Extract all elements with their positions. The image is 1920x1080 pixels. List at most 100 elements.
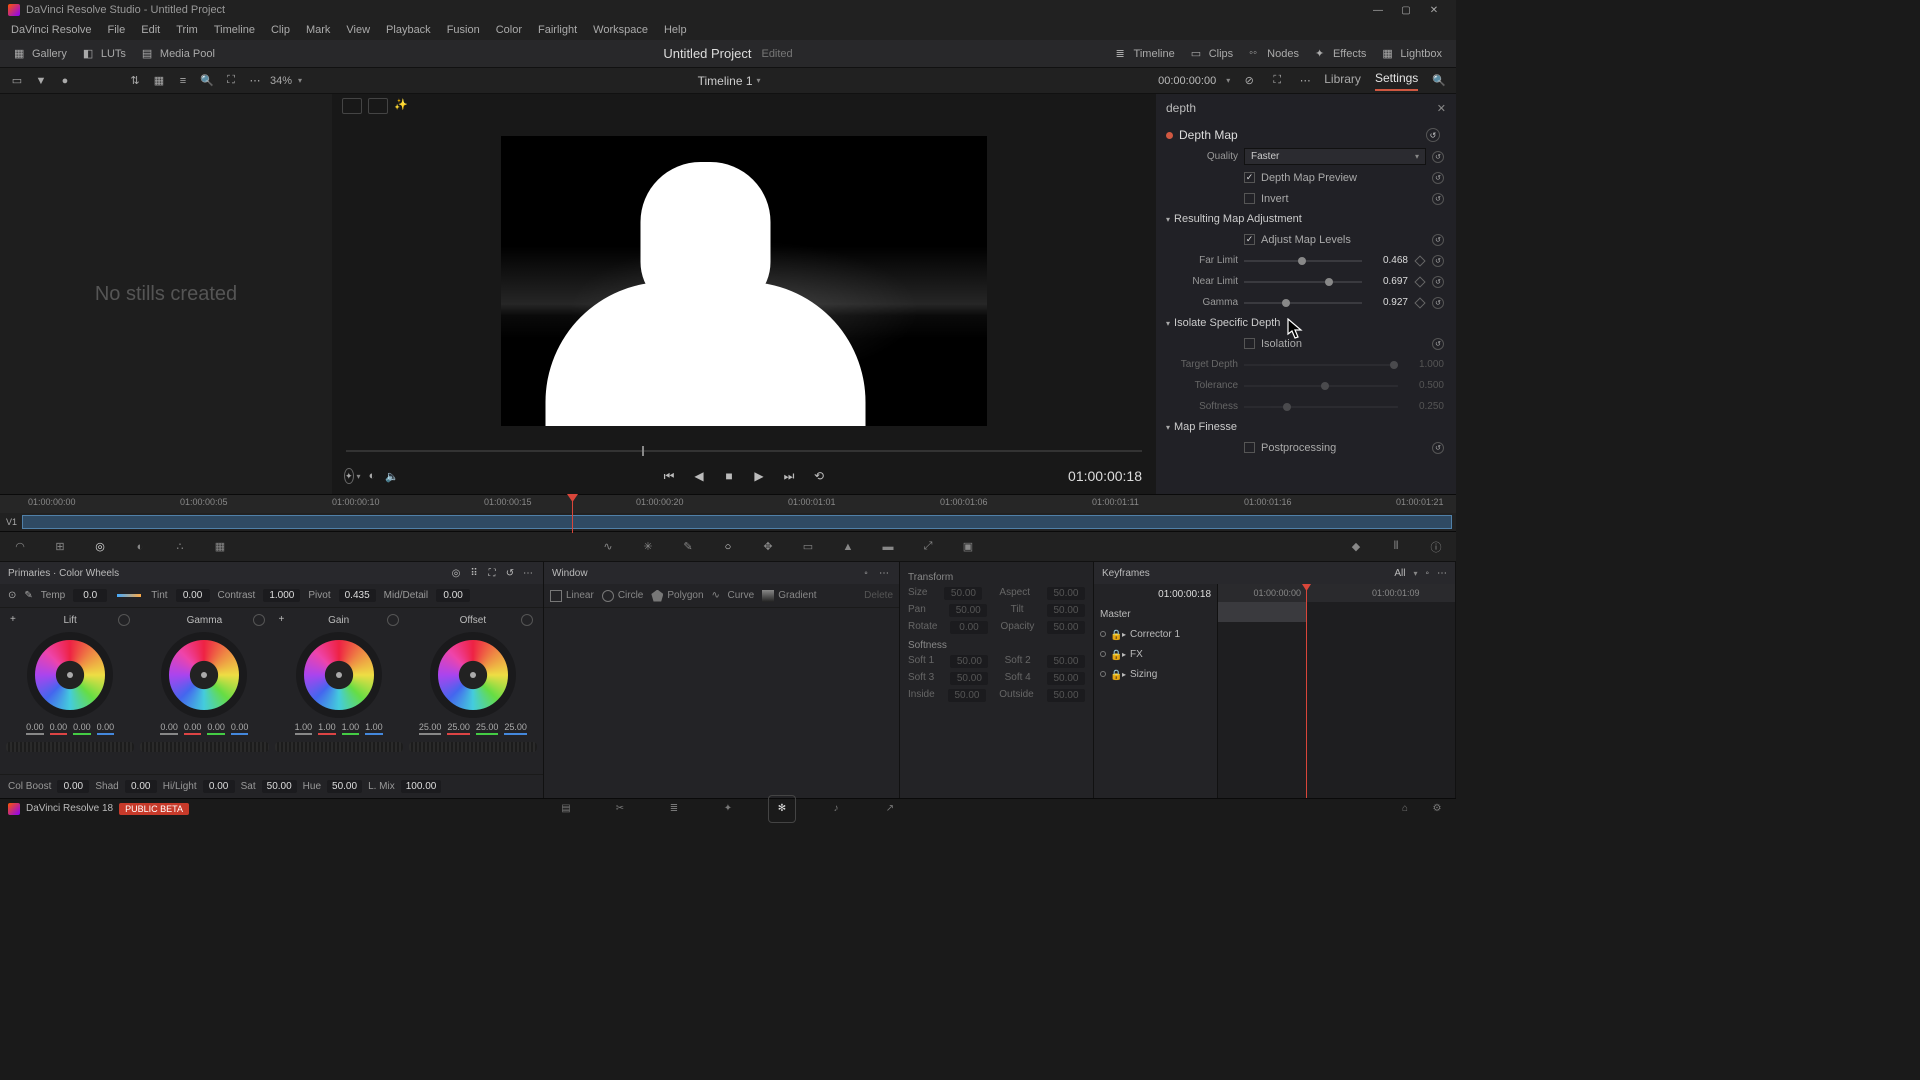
- magic-mask-icon[interactable]: ▭: [798, 537, 818, 557]
- menu-item[interactable]: Workspace: [586, 22, 655, 38]
- isolation-checkbox[interactable]: [1244, 338, 1255, 349]
- quality-reset-icon[interactable]: ↺: [1432, 151, 1444, 163]
- expand-icon[interactable]: ⛶: [222, 72, 240, 90]
- gain-reset-icon[interactable]: [387, 614, 399, 626]
- timeline-dropdown-icon[interactable]: ▾: [757, 76, 761, 85]
- tint-value[interactable]: 0.00: [176, 589, 210, 602]
- play-button[interactable]: ▶: [751, 468, 767, 484]
- offset-b[interactable]: 25.00: [504, 722, 527, 732]
- timeline-toggle[interactable]: ≣Timeline: [1110, 45, 1181, 63]
- effect-header[interactable]: Depth Map ↺: [1160, 124, 1446, 146]
- scopes-icon[interactable]: ⫴: [1386, 537, 1406, 557]
- far-limit-slider[interactable]: [1244, 260, 1362, 262]
- shape-polygon[interactable]: Polygon: [651, 590, 703, 602]
- gamma-slider[interactable]: [1244, 302, 1362, 304]
- contrast-value[interactable]: 1.000: [263, 589, 300, 602]
- gamma-reset-icon[interactable]: ↺: [1432, 297, 1444, 309]
- motion-blur-icon[interactable]: ▦: [210, 537, 230, 557]
- near-reset-icon[interactable]: ↺: [1432, 276, 1444, 288]
- kf-filter-dropdown-icon[interactable]: ▾: [1413, 569, 1417, 578]
- shape-curve[interactable]: ∿Curve: [712, 590, 755, 602]
- window-icon[interactable]: ○: [718, 537, 738, 557]
- lift-g[interactable]: 0.00: [73, 722, 91, 732]
- gain-y[interactable]: 1.00: [295, 722, 313, 732]
- image-wipe-icon[interactable]: [342, 98, 362, 114]
- reset-all-icon[interactable]: ↺: [503, 566, 517, 580]
- kf-row-master[interactable]: Master: [1094, 604, 1217, 624]
- highlight-icon[interactable]: ✨: [394, 98, 414, 114]
- kf-row-corrector[interactable]: 🔒▸Corrector 1: [1094, 624, 1217, 644]
- pivot-value[interactable]: 0.435: [339, 589, 376, 602]
- gain-b[interactable]: 1.00: [365, 722, 383, 732]
- project-settings-icon[interactable]: ⚙: [1428, 800, 1446, 818]
- offset-g[interactable]: 25.00: [476, 722, 499, 732]
- colboost-value[interactable]: 0.00: [57, 780, 89, 793]
- gamma-wheel[interactable]: [161, 632, 247, 718]
- gamma-master-slider[interactable]: [140, 742, 268, 752]
- lift-y[interactable]: 0.00: [26, 722, 44, 732]
- offset-wheel[interactable]: [430, 632, 516, 718]
- far-limit-value[interactable]: 0.468: [1368, 255, 1408, 266]
- offset-master-slider[interactable]: [409, 742, 537, 752]
- maximize-button[interactable]: ▢: [1392, 0, 1420, 20]
- menu-item[interactable]: Help: [657, 22, 694, 38]
- kf-row-fx[interactable]: 🔒▸FX: [1094, 644, 1217, 664]
- mediapool-toggle[interactable]: ▤Media Pool: [136, 45, 221, 63]
- dots-icon[interactable]: ⠿: [467, 566, 481, 580]
- near-limit-value[interactable]: 0.697: [1368, 276, 1408, 287]
- search-gallery-icon[interactable]: 🔍: [198, 72, 216, 90]
- menu-item[interactable]: Mark: [299, 22, 337, 38]
- temp-value[interactable]: 0.0: [73, 589, 107, 602]
- auto-balance-icon[interactable]: ✎: [24, 590, 32, 601]
- list-view-icon[interactable]: ≡: [174, 72, 192, 90]
- mini-timeline[interactable]: 01:00:00:00 01:00:00:05 01:00:00:10 01:0…: [0, 494, 1456, 532]
- more-primaries-icon[interactable]: ⋯: [521, 566, 535, 580]
- page-cut[interactable]: ✂: [611, 800, 629, 818]
- temp-slider[interactable]: [117, 594, 141, 597]
- timecode[interactable]: 00:00:00:00: [1158, 75, 1216, 87]
- menu-item[interactable]: Edit: [134, 22, 167, 38]
- gamma-keyframe-icon[interactable]: [1414, 297, 1425, 308]
- warper-icon[interactable]: ⊞: [50, 537, 70, 557]
- quality-select[interactable]: Faster▾: [1244, 148, 1426, 165]
- hilight-value[interactable]: 0.00: [203, 780, 235, 793]
- effects-toggle[interactable]: ✦Effects: [1309, 45, 1372, 63]
- luts-toggle[interactable]: ◧LUTs: [77, 45, 132, 63]
- hdr-icon[interactable]: ◐: [130, 537, 150, 557]
- keyframe-mode-icon[interactable]: ◆: [1346, 537, 1366, 557]
- unmix-icon[interactable]: ✦: [344, 468, 354, 484]
- viewer-canvas[interactable]: [501, 136, 987, 426]
- offset-reset-icon[interactable]: [521, 614, 533, 626]
- viewer-scrubber[interactable]: [332, 444, 1156, 458]
- picker-icon[interactable]: ⊙: [8, 590, 16, 601]
- expand-primaries-icon[interactable]: ⛶: [485, 566, 499, 580]
- viewer-timecode[interactable]: 01:00:00:18: [1068, 468, 1142, 484]
- mute-icon[interactable]: 🔈: [385, 470, 399, 483]
- offset-r[interactable]: 25.00: [447, 722, 470, 732]
- menu-item[interactable]: File: [101, 22, 133, 38]
- gain-picker-icon[interactable]: +: [279, 614, 291, 626]
- gamma-b[interactable]: 0.00: [231, 722, 249, 732]
- isolation-reset-icon[interactable]: ↺: [1432, 338, 1444, 350]
- menu-item[interactable]: DaVinci Resolve: [4, 22, 99, 38]
- lift-r[interactable]: 0.00: [50, 722, 68, 732]
- bypass-icon[interactable]: ⊘: [1240, 72, 1258, 90]
- 3d-icon[interactable]: ▣: [958, 537, 978, 557]
- loop-button[interactable]: ⟲: [811, 468, 827, 484]
- gamma-reset-icon[interactable]: [253, 614, 265, 626]
- gamma-g[interactable]: 0.00: [207, 722, 225, 732]
- inspector-search-icon[interactable]: 🔍: [1432, 74, 1446, 87]
- menu-item[interactable]: Trim: [169, 22, 205, 38]
- lift-picker-icon[interactable]: +: [10, 614, 22, 626]
- search-input[interactable]: [1166, 101, 1437, 115]
- wheel-mode-icon[interactable]: ◎: [449, 566, 463, 580]
- step-back-button[interactable]: ◀: [691, 468, 707, 484]
- sat-value[interactable]: 50.00: [262, 780, 297, 793]
- tracker-icon[interactable]: ✥: [758, 537, 778, 557]
- menu-item[interactable]: Playback: [379, 22, 438, 38]
- shape-linear[interactable]: Linear: [550, 590, 594, 602]
- custom-curves-icon[interactable]: ∿: [598, 537, 618, 557]
- info-icon[interactable]: ⓘ: [1426, 537, 1446, 557]
- minimize-button[interactable]: —: [1364, 0, 1392, 20]
- page-deliver[interactable]: ↗: [881, 800, 899, 818]
